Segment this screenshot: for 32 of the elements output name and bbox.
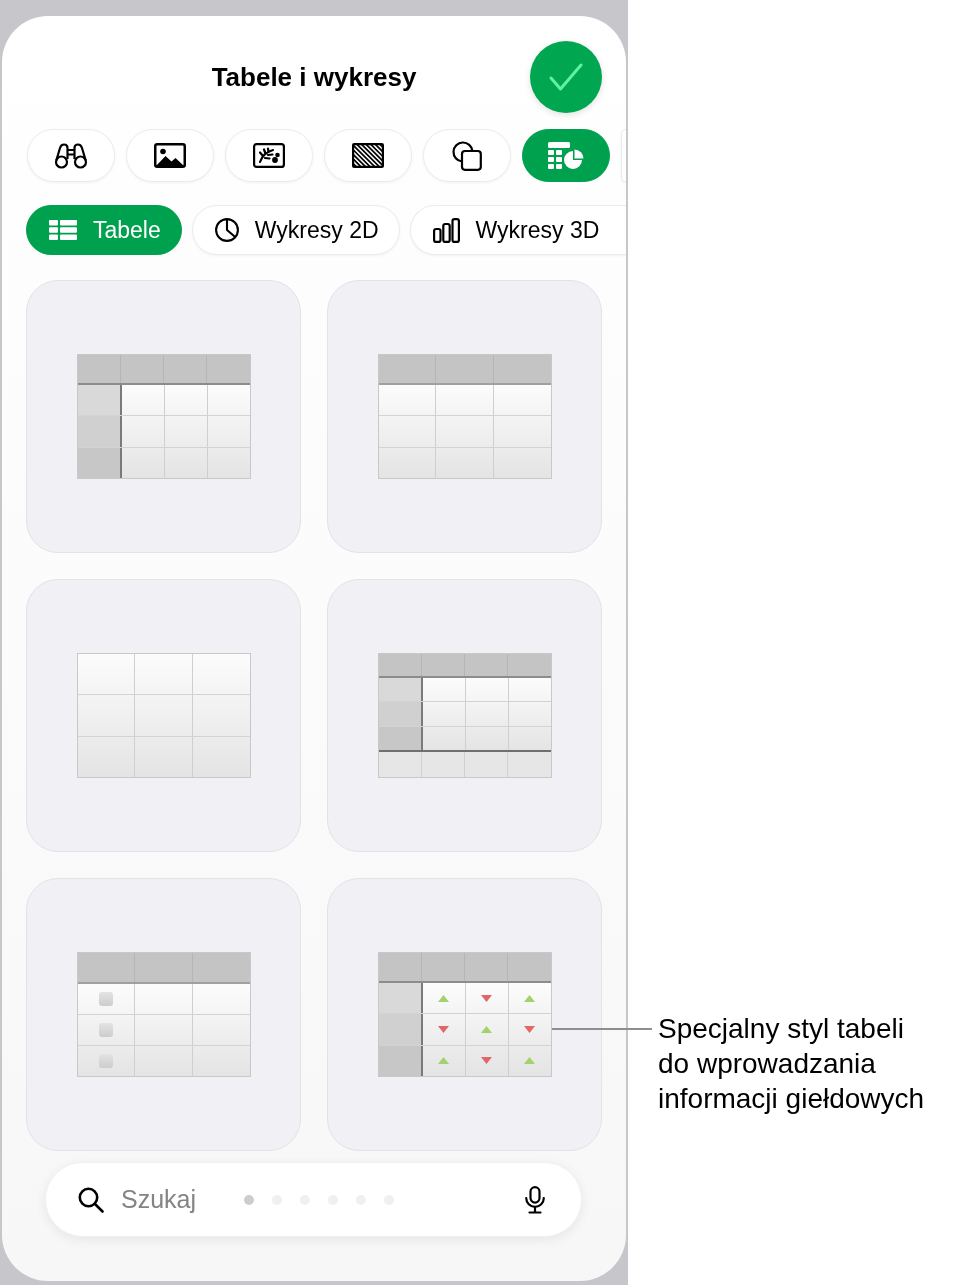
search-icon: [78, 1186, 104, 1213]
microphone-icon[interactable]: [525, 1185, 545, 1214]
shapes-icon: [452, 140, 482, 171]
header-column-cell: [77, 416, 122, 447]
checkmark-icon: [549, 63, 583, 91]
table-style-button[interactable]: [26, 878, 301, 1151]
binoculars-icon: [54, 142, 88, 169]
table-icon: [49, 220, 77, 240]
segment-tab[interactable]: Wykresy 2D: [191, 205, 400, 255]
search-field[interactable]: Szukaj: [121, 1180, 221, 1219]
table-style-button[interactable]: [26, 280, 301, 553]
header-column-cell: [77, 385, 122, 416]
photo-icon: [154, 143, 186, 168]
header-column-cell: [378, 1014, 423, 1045]
pie-chart-icon: [214, 218, 239, 242]
bar-chart-icon: [432, 217, 460, 243]
header-column-cell: [378, 678, 423, 702]
header-column-cell: [77, 447, 122, 478]
table-style-button[interactable]: [327, 878, 602, 1151]
sheet-title: Tabele i wykresy: [211, 61, 417, 93]
header-column-cell: [378, 983, 423, 1014]
sketch-frame-icon: [253, 143, 285, 168]
done-button[interactable]: [530, 41, 602, 113]
callout-text: Specjalny styl tabeli do wprowadzania informacji giełdowych: [658, 1012, 926, 1116]
table-chart-icon: [548, 141, 584, 170]
segment-tab[interactable]: Wykresy 3D: [409, 205, 626, 255]
header-column-cell: [378, 702, 423, 726]
hatched-rectangle-icon: [352, 143, 384, 168]
header-column-cell: [378, 726, 423, 750]
table-style-button[interactable]: [327, 280, 602, 553]
header-column-cell: [378, 1045, 423, 1076]
table-style-button[interactable]: [327, 579, 602, 852]
